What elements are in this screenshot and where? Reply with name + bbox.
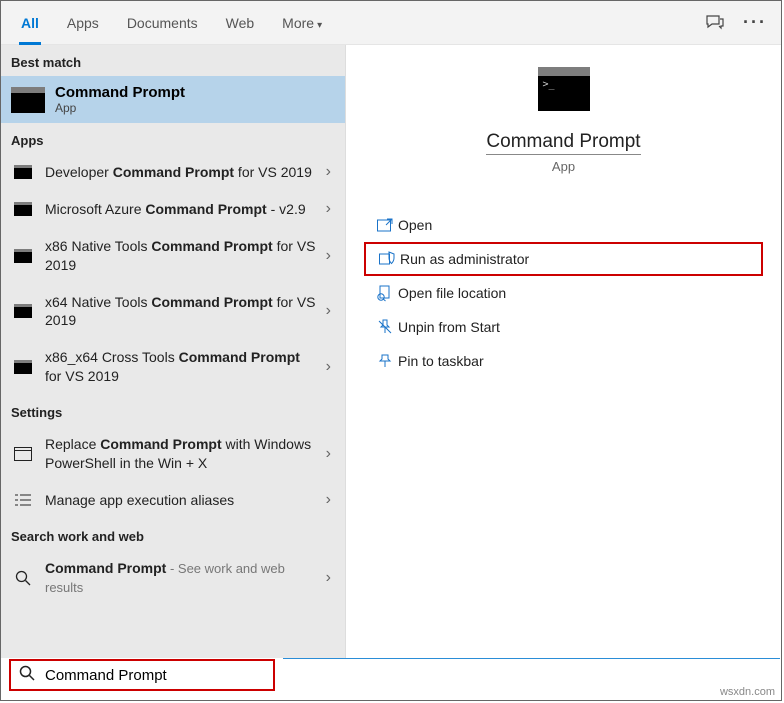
best-match-item[interactable]: Command Prompt App xyxy=(1,76,345,123)
app-result-x86-native[interactable]: x86 Native Tools Command Prompt for VS 2… xyxy=(1,228,345,284)
chevron-right-icon[interactable]: › xyxy=(322,358,335,376)
best-match-title: Command Prompt xyxy=(55,84,185,101)
action-unpin-from-start[interactable]: Unpin from Start xyxy=(364,310,763,344)
action-open[interactable]: Open xyxy=(364,208,763,242)
divider xyxy=(283,658,780,659)
search-icon xyxy=(11,570,35,586)
chevron-right-icon[interactable]: › xyxy=(322,569,335,587)
folder-icon xyxy=(372,285,398,301)
chevron-right-icon[interactable]: › xyxy=(322,247,335,265)
command-prompt-icon xyxy=(14,304,32,318)
web-result-command-prompt[interactable]: Command Prompt - See work and web result… xyxy=(1,550,345,606)
chevron-right-icon[interactable]: › xyxy=(322,163,335,181)
chevron-right-icon[interactable]: › xyxy=(322,302,335,320)
app-result-azure-cmd[interactable]: Microsoft Azure Command Prompt - v2.9 › xyxy=(1,191,345,228)
chevron-right-icon[interactable]: › xyxy=(322,200,335,218)
shield-icon xyxy=(374,251,400,267)
command-prompt-icon xyxy=(14,165,32,179)
chevron-down-icon: ▾ xyxy=(317,20,322,31)
search-box[interactable] xyxy=(9,659,275,691)
app-result-x64-native[interactable]: x64 Native Tools Command Prompt for VS 2… xyxy=(1,284,345,340)
window-icon xyxy=(11,447,35,461)
search-icon xyxy=(19,665,35,686)
detail-title[interactable]: Command Prompt xyxy=(486,131,640,155)
unpin-icon xyxy=(372,319,398,335)
setting-replace-cmd-powershell[interactable]: Replace Command Prompt with Windows Powe… xyxy=(1,426,345,482)
tab-apps[interactable]: Apps xyxy=(53,1,113,45)
search-input[interactable] xyxy=(43,666,265,685)
app-result-x86-x64-cross[interactable]: x86_x64 Cross Tools Command Prompt for V… xyxy=(1,339,345,395)
detail-subtitle: App xyxy=(552,159,575,174)
open-icon xyxy=(372,218,398,232)
detail-panel: Command Prompt App Open Run as administr… xyxy=(346,45,781,658)
tab-all[interactable]: All xyxy=(7,1,53,45)
chevron-right-icon[interactable]: › xyxy=(322,491,335,509)
feedback-icon[interactable] xyxy=(695,1,735,45)
setting-app-aliases[interactable]: Manage app execution aliases › xyxy=(1,482,345,519)
results-panel: Best match Command Prompt App Apps Devel… xyxy=(1,45,346,658)
section-apps: Apps xyxy=(1,123,345,154)
command-prompt-icon xyxy=(538,67,590,111)
section-best-match: Best match xyxy=(1,45,345,76)
list-icon xyxy=(11,493,35,507)
tab-web[interactable]: Web xyxy=(212,1,269,45)
app-result-dev-cmd[interactable]: Developer Command Prompt for VS 2019 › xyxy=(1,154,345,191)
best-match-subtitle: App xyxy=(55,101,185,115)
tab-documents[interactable]: Documents xyxy=(113,1,212,45)
action-run-as-admin[interactable]: Run as administrator xyxy=(364,242,763,276)
section-settings: Settings xyxy=(1,395,345,426)
watermark: wsxdn.com xyxy=(720,686,775,698)
chevron-right-icon[interactable]: › xyxy=(322,445,335,463)
action-pin-to-taskbar[interactable]: Pin to taskbar xyxy=(364,344,763,378)
tab-more[interactable]: More▾ xyxy=(268,1,336,45)
command-prompt-icon xyxy=(14,202,32,216)
action-open-file-location[interactable]: Open file location xyxy=(364,276,763,310)
command-prompt-icon xyxy=(14,360,32,374)
ellipsis-icon[interactable]: ··· xyxy=(735,1,775,45)
command-prompt-icon xyxy=(11,87,45,113)
section-search-work-web: Search work and web xyxy=(1,519,345,550)
command-prompt-icon xyxy=(14,249,32,263)
search-scope-tabs: All Apps Documents Web More▾ ··· xyxy=(1,1,781,45)
pin-icon xyxy=(372,353,398,369)
